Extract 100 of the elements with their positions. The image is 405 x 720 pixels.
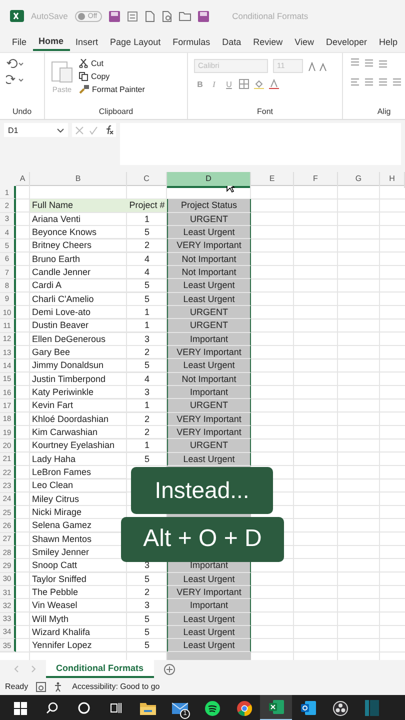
autosave-label: AutoSave bbox=[31, 11, 68, 21]
column-header[interactable]: H bbox=[380, 172, 405, 188]
table-cell: URGENT bbox=[167, 319, 251, 333]
table-cell: Least Urgent bbox=[167, 452, 251, 466]
chrome-icon bbox=[236, 700, 252, 716]
search-icon bbox=[46, 702, 58, 714]
bold-button[interactable]: B bbox=[194, 80, 204, 88]
sheet-tab[interactable]: Conditional Formats bbox=[46, 660, 154, 678]
table-cell: URGENT bbox=[167, 439, 251, 453]
table-cell: Cardi A bbox=[30, 279, 127, 293]
table-cell: Taylor Sniffed bbox=[30, 572, 127, 586]
ribbon-tab[interactable]: File bbox=[6, 34, 33, 50]
table-cell: Ariana Venti bbox=[30, 212, 127, 226]
table-cell: Not Important bbox=[167, 372, 251, 386]
table-cell: Katy Periwinkle bbox=[30, 386, 127, 400]
table-cell: URGENT bbox=[167, 306, 251, 320]
ribbon-tab[interactable]: Developer bbox=[320, 34, 374, 50]
table-cell: Demi Love-ato bbox=[30, 306, 127, 320]
macro-icon[interactable] bbox=[36, 682, 46, 692]
group-label: Undo bbox=[11, 107, 33, 116]
new-file-icon[interactable] bbox=[145, 10, 156, 22]
cut-button[interactable]: Cut bbox=[79, 57, 145, 69]
table-cell: VERY Important bbox=[167, 346, 251, 360]
circle-icon bbox=[78, 702, 90, 714]
outlook-icon bbox=[300, 701, 316, 715]
mail-icon bbox=[172, 702, 188, 714]
excel-icon bbox=[268, 700, 284, 714]
table-cell: Kim Carwashian bbox=[30, 426, 127, 440]
table-cell: Dustin Beaver bbox=[30, 319, 127, 333]
ribbon-tab[interactable]: Review bbox=[247, 34, 289, 50]
underline-button[interactable]: U bbox=[224, 80, 234, 88]
ribbon-tab[interactable]: Insert bbox=[70, 34, 104, 50]
group-label: Font bbox=[256, 107, 274, 116]
folder-icon[interactable] bbox=[179, 11, 192, 21]
borders-icon[interactable] bbox=[239, 79, 249, 89]
column-header[interactable]: E bbox=[251, 172, 294, 188]
table-cell: Important bbox=[167, 332, 251, 346]
column-header[interactable]: G bbox=[338, 172, 380, 188]
table-cell: Miley Citrus bbox=[30, 492, 127, 506]
table-cell: Leo Clean bbox=[30, 479, 127, 493]
table-cell: Lady Haha bbox=[30, 452, 127, 466]
table-cell: LeBron Fames bbox=[30, 466, 127, 480]
column-header[interactable]: B bbox=[30, 172, 127, 188]
table-cell: Gary Bee bbox=[30, 346, 127, 360]
column-header[interactable]: D bbox=[167, 172, 251, 188]
copy-button[interactable]: Copy bbox=[79, 70, 145, 82]
table-cell: Kevin Fart bbox=[30, 399, 127, 413]
table-cell: Project Status bbox=[167, 199, 251, 213]
italic-button[interactable]: I bbox=[209, 80, 219, 88]
check-icon bbox=[88, 126, 98, 134]
caption-overlay: Instead... bbox=[131, 466, 273, 514]
windows-icon bbox=[14, 702, 26, 714]
dropdown-icon bbox=[57, 128, 64, 132]
table-cell: Wizard Khalifa bbox=[30, 626, 127, 640]
table-cell: Least Urgent bbox=[167, 612, 251, 626]
table-cell: Jimmy Donaldsun bbox=[30, 359, 127, 373]
name-box[interactable]: D1 bbox=[4, 123, 68, 137]
table-cell: The Pebble bbox=[30, 586, 127, 600]
accessibility-status[interactable]: Accessibility: Good to go bbox=[72, 682, 160, 691]
formula-buttons[interactable] bbox=[72, 123, 116, 137]
table-cell: Least Urgent bbox=[167, 226, 251, 240]
print-preview-icon[interactable] bbox=[162, 10, 172, 22]
table-cell: Project # bbox=[127, 199, 167, 213]
undo-icon[interactable] bbox=[6, 59, 24, 69]
save-icon[interactable] bbox=[109, 10, 120, 22]
ribbon-tab[interactable]: Data bbox=[216, 34, 248, 50]
ribbon-tab[interactable]: Page Layout bbox=[104, 34, 167, 50]
taskbar-button[interactable] bbox=[260, 695, 292, 720]
ribbon-tab[interactable]: Help bbox=[373, 34, 404, 50]
scissors-icon bbox=[79, 58, 88, 68]
caption-overlay: Alt + O + D bbox=[121, 516, 284, 562]
grow-font-icon[interactable] bbox=[308, 62, 328, 70]
table-cell: VERY Important bbox=[167, 426, 251, 440]
table-cell: Not Important bbox=[167, 252, 251, 266]
form-icon[interactable] bbox=[127, 10, 138, 22]
table-cell: URGENT bbox=[167, 399, 251, 413]
group-label: Clipboard bbox=[98, 107, 134, 116]
table-cell: VERY Important bbox=[167, 412, 251, 426]
table-cell: Least Urgent bbox=[167, 639, 251, 652]
table-cell: Bruno Earth bbox=[30, 252, 127, 266]
font-color-icon[interactable] bbox=[269, 79, 279, 89]
status-text: Ready bbox=[5, 682, 28, 691]
group-label: Alig bbox=[376, 107, 392, 116]
redo-icon[interactable] bbox=[6, 75, 24, 85]
save-icon[interactable] bbox=[198, 10, 210, 22]
ribbon-tab[interactable]: View bbox=[288, 34, 320, 50]
add-sheet-icon[interactable] bbox=[164, 664, 174, 674]
format-painter-button[interactable]: Format Painter bbox=[79, 83, 145, 95]
table-cell: Britney Cheers bbox=[30, 239, 127, 253]
table-cell: Least Urgent bbox=[167, 572, 251, 586]
ribbon-tab[interactable]: Formulas bbox=[166, 34, 216, 50]
brush-icon bbox=[79, 84, 89, 94]
table-cell: VERY Important bbox=[167, 239, 251, 253]
table-cell: Ellen DeGenerous bbox=[30, 332, 127, 346]
fill-color-icon[interactable] bbox=[254, 79, 264, 89]
table-cell: Least Urgent bbox=[167, 292, 251, 306]
column-header[interactable]: F bbox=[294, 172, 338, 188]
table-cell: Beyonce Knows bbox=[30, 226, 127, 240]
table-cell: Justin Timberpond bbox=[30, 372, 127, 386]
cancel-icon bbox=[74, 126, 84, 134]
